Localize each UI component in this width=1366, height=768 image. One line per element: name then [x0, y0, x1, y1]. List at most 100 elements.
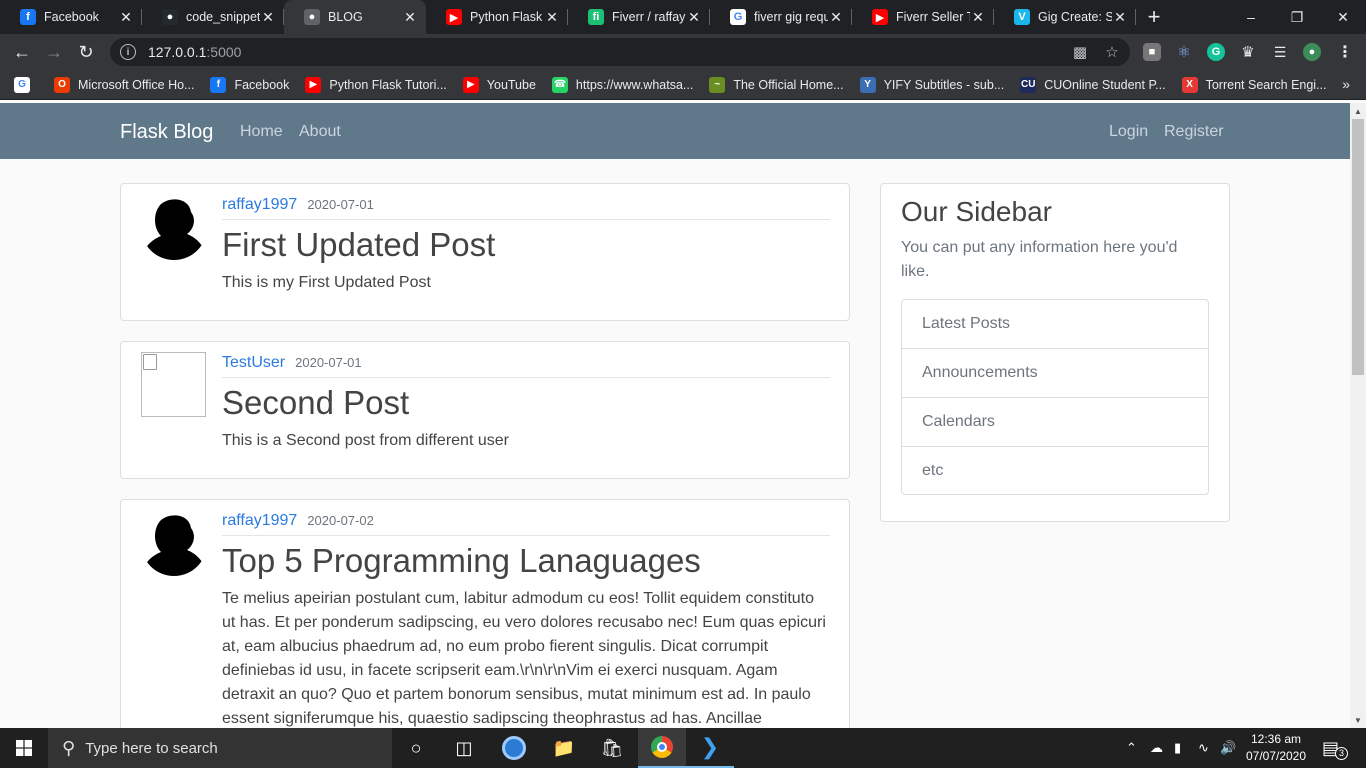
start-button[interactable]	[0, 728, 48, 768]
bookmark-item[interactable]: X Torrent Search Engi...	[1181, 76, 1327, 93]
bookmark-item[interactable]: f Facebook	[210, 76, 290, 93]
close-tab-icon[interactable]: ✕	[118, 9, 134, 26]
site-info-icon[interactable]: i	[120, 44, 136, 60]
whatsapp-icon: ☎	[551, 76, 568, 93]
cortana-icon[interactable]: ○	[392, 728, 440, 768]
taskbar-clock[interactable]: 12:36 am 07/07/2020	[1244, 731, 1308, 765]
cuonline-icon: CU	[1020, 76, 1037, 93]
action-center-icon[interactable]: ▤ 3	[1322, 728, 1349, 768]
post-title-link[interactable]: First Updated Post	[222, 226, 495, 264]
scrollbar-thumb[interactable]	[1352, 119, 1364, 375]
sidebar-item-latest-posts[interactable]: Latest Posts	[902, 300, 1208, 349]
post-date: 2020-07-01	[295, 355, 362, 370]
close-tab-icon[interactable]: ✕	[828, 9, 844, 26]
back-button[interactable]: ←	[8, 38, 36, 66]
close-tab-icon[interactable]: ✕	[402, 9, 418, 26]
wifi-icon[interactable]: ∿	[1198, 728, 1209, 768]
close-tab-icon[interactable]: ✕	[970, 9, 986, 26]
site-brand[interactable]: Flask Blog	[120, 121, 213, 144]
onedrive-cloud-icon[interactable]: ☁	[1150, 728, 1163, 768]
page-scrollbar[interactable]: ▲ ▼	[1350, 103, 1366, 728]
media-control-icon[interactable]: ☰	[1271, 43, 1289, 61]
browser-tab[interactable]: ▶ Python Flask Tu✕	[426, 0, 568, 34]
bookmark-item[interactable]: CU CUOnline Student P...	[1020, 76, 1166, 93]
nav-about[interactable]: About	[299, 123, 341, 141]
taskbar-search-box[interactable]: ⚲ Type here to search	[48, 728, 392, 768]
grammarly-icon[interactable]: G	[1207, 43, 1225, 61]
close-tab-icon[interactable]: ✕	[260, 9, 276, 26]
chrome-taskbar-icon[interactable]	[638, 728, 686, 768]
bookmark-item[interactable]: G	[14, 76, 38, 93]
reload-button[interactable]: ↻	[72, 38, 100, 66]
volume-icon[interactable]: 🔊	[1220, 728, 1236, 768]
bookmark-label: https://www.whatsa...	[575, 77, 694, 92]
post-content-line: detraxit an quo? Quo et partem bonorum s…	[222, 686, 811, 703]
new-tab-button[interactable]: +	[1136, 0, 1172, 34]
close-tab-icon[interactable]: ✕	[686, 9, 702, 26]
youtube-icon: ▶	[462, 76, 479, 93]
app-icon[interactable]	[490, 728, 538, 768]
yify-icon: Y	[859, 76, 876, 93]
post-content-line: definiebas id usu, in facete scripserit …	[222, 662, 778, 679]
bookmark-item[interactable]: ~ The Official Home...	[709, 76, 844, 93]
browser-tab[interactable]: V Gig Create: Ste✕	[994, 0, 1136, 34]
minimize-button[interactable]: –	[1228, 0, 1274, 34]
forward-button[interactable]: →	[40, 38, 68, 66]
chrome-menu-icon[interactable]: ⋮	[1336, 43, 1354, 61]
bookmarks-bar: G O Microsoft Office Ho... f Facebook ▶ Python…	[0, 70, 1366, 100]
bookmark-item[interactable]: ▶ Python Flask Tutori...	[305, 76, 447, 93]
close-window-button[interactable]: ✕	[1320, 0, 1366, 34]
translate-icon[interactable]: ▩	[1072, 44, 1088, 61]
bookmark-item[interactable]: O Microsoft Office Ho...	[54, 76, 194, 93]
scroll-up-arrow-icon[interactable]: ▲	[1350, 103, 1366, 119]
sidebar-item-announcements[interactable]: Announcements	[902, 349, 1208, 398]
show-hidden-icons-chevron-icon[interactable]: ⌃	[1126, 728, 1137, 768]
battery-icon[interactable]: ▮	[1174, 728, 1181, 768]
browser-tab[interactable]: fi Fiverr / raffayh ✕	[568, 0, 710, 34]
close-tab-icon[interactable]: ✕	[544, 9, 560, 26]
bookmark-star-icon[interactable]: ☆	[1104, 44, 1120, 61]
post-author-link[interactable]: raffay1997	[222, 196, 297, 213]
author-avatar	[141, 194, 207, 260]
sidebar-item-calendars[interactable]: Calendars	[902, 398, 1208, 447]
tab-title: BLOG	[328, 10, 363, 24]
post-author-link[interactable]: raffay1997	[222, 512, 297, 529]
react-devtools-icon[interactable]: ⚛	[1175, 43, 1193, 61]
tab-title: code_snippets	[186, 10, 260, 24]
extensions-puzzle-icon[interactable]: ♛	[1239, 43, 1257, 61]
task-view-icon[interactable]: ◫	[440, 728, 488, 768]
nav-home[interactable]: Home	[240, 123, 283, 141]
browser-tab[interactable]: ▶ Fiverr Seller Tip✕	[852, 0, 994, 34]
sidebar-item-etc[interactable]: etc	[902, 447, 1208, 494]
profile-avatar[interactable]: ●	[1303, 43, 1321, 61]
bookmark-item[interactable]: Y YIFY Subtitles - sub...	[859, 76, 1004, 93]
browser-tab[interactable]: f Facebook ✕	[0, 0, 142, 34]
microsoft-store-icon[interactable]: 🛍	[588, 728, 636, 768]
bookmarks-overflow-button[interactable]: »	[1342, 76, 1350, 92]
browser-tab[interactable]: ● code_snippets ✕	[142, 0, 284, 34]
nav-register[interactable]: Register	[1164, 123, 1224, 141]
browser-tab[interactable]: Gfiverr gig requ ✕	[710, 0, 852, 34]
page-content: raffay1997 2020-07-01 First Updated Post …	[0, 159, 1350, 728]
bookmark-item[interactable]: ▶ YouTube	[462, 76, 536, 93]
restore-button[interactable]: ❐	[1274, 0, 1320, 34]
close-tab-icon[interactable]: ✕	[1112, 9, 1128, 26]
bookmark-label: Torrent Search Engi...	[1205, 77, 1327, 92]
bookmark-item[interactable]: ☎ https://www.whatsa...	[551, 76, 694, 93]
nav-login[interactable]: Login	[1109, 123, 1148, 141]
post-content-line: essent signiferumque his, quaestio sadip…	[222, 710, 762, 727]
bookmark-label: Facebook	[234, 77, 290, 92]
vscode-icon[interactable]: ❯	[686, 728, 734, 768]
post-title-link[interactable]: Top 5 Programming Lanaguages	[222, 542, 701, 580]
scroll-down-arrow-icon[interactable]: ▼	[1350, 712, 1366, 728]
post-title-link[interactable]: Second Post	[222, 384, 409, 422]
extension-icon[interactable]: ■	[1143, 43, 1161, 61]
file-explorer-icon[interactable]: 📁	[540, 728, 588, 768]
bookmark-label: The Official Home...	[733, 77, 844, 92]
post-author-link[interactable]: TestUser	[222, 354, 285, 371]
tab-separator	[1135, 9, 1136, 25]
browser-tab[interactable]: ● BLOG ✕	[284, 0, 426, 34]
tab-strip: f Facebook ✕ ● code_snippets ✕ ● BLOG ✕ ▶ Python F…	[0, 0, 1366, 34]
windows-logo-icon	[16, 740, 32, 756]
address-bar[interactable]: i 127.0.0.1:5000	[110, 38, 1130, 66]
